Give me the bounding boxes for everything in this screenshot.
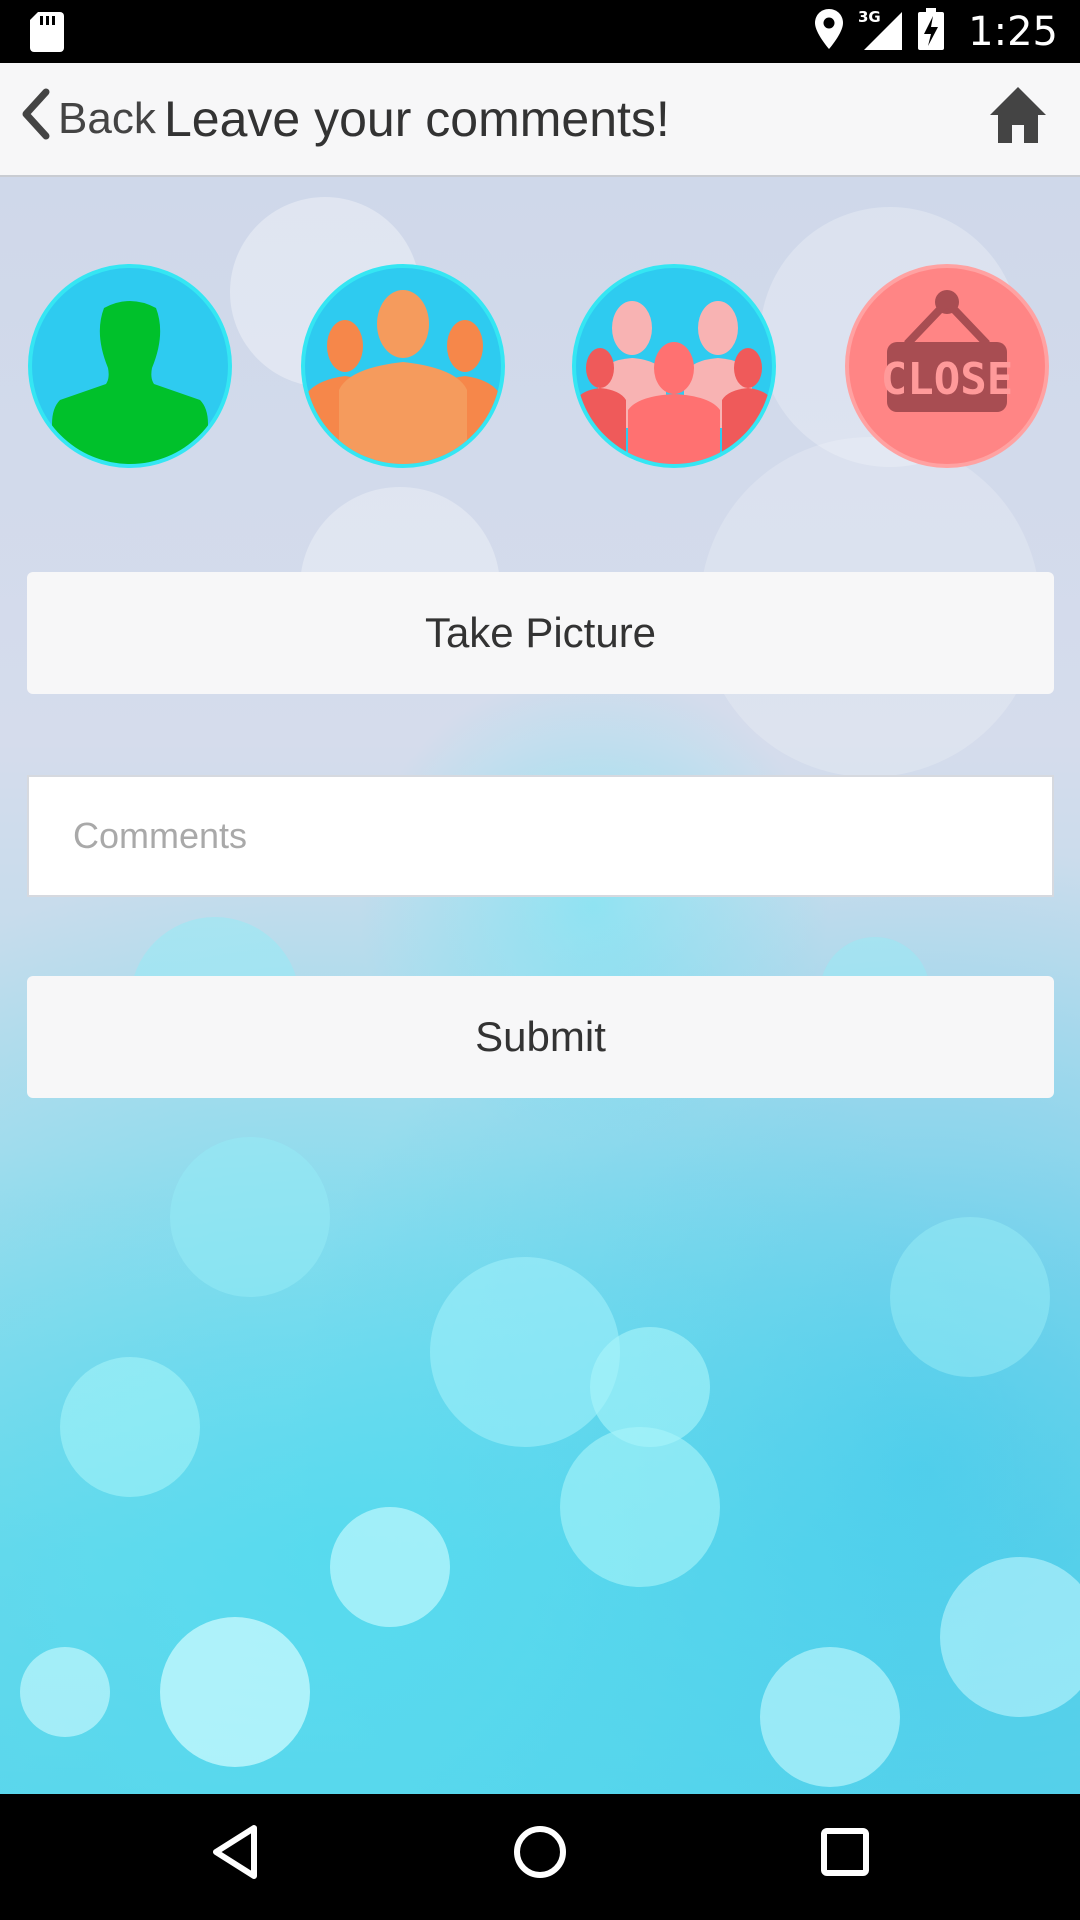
back-button[interactable]: Back xyxy=(18,63,156,175)
signal-3g-icon: 3G xyxy=(858,8,904,55)
svg-text:3G: 3G xyxy=(858,8,881,26)
take-picture-button[interactable]: Take Picture xyxy=(27,572,1054,694)
home-button[interactable] xyxy=(988,85,1048,150)
svg-text:CLOSE: CLOSE xyxy=(881,354,1013,405)
back-triangle-icon[interactable] xyxy=(210,1822,260,1887)
submit-button[interactable]: Submit xyxy=(27,976,1054,1098)
page-title: Leave your comments! xyxy=(164,91,670,147)
chevron-left-icon xyxy=(18,88,52,151)
battery-charging-icon xyxy=(918,8,945,55)
home-icon xyxy=(988,87,1048,149)
small-group-button[interactable] xyxy=(301,264,505,468)
back-label: Back xyxy=(58,94,156,143)
home-circle-icon[interactable] xyxy=(510,1822,570,1887)
recents-square-icon[interactable] xyxy=(815,1822,875,1887)
content-area: CLOSE Take Picture Submit xyxy=(0,177,1080,1794)
system-nav-bar xyxy=(0,1794,1080,1920)
sd-card-icon xyxy=(30,12,64,57)
large-group-button[interactable] xyxy=(572,264,776,468)
single-person-button[interactable] xyxy=(28,264,232,468)
status-bar: 3G 1:25 xyxy=(0,0,1080,63)
clock: 1:25 xyxy=(968,8,1058,55)
location-pin-icon xyxy=(814,9,844,54)
app-header: Back Leave your comments! xyxy=(0,63,1080,177)
comments-field[interactable] xyxy=(27,775,1054,897)
close-button[interactable]: CLOSE xyxy=(845,264,1049,468)
